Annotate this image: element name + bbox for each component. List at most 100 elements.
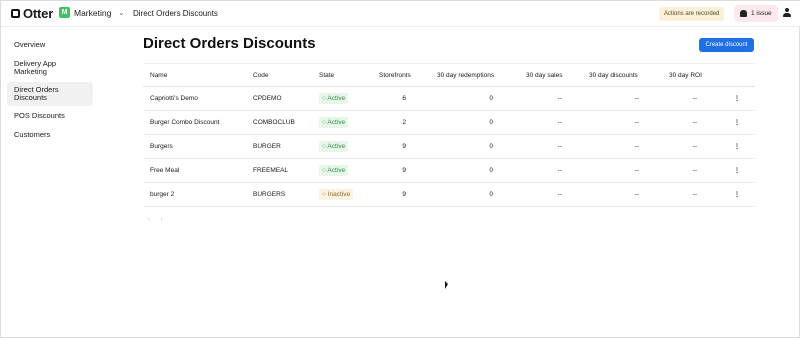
app-switcher[interactable]: M Marketing ⌄ <box>59 7 124 18</box>
status-label: Inactive <box>327 191 351 198</box>
kebab-menu-icon[interactable]: ⋮ <box>733 87 741 111</box>
sidebar: Overview Delivery App Marketing Direct O… <box>7 37 93 146</box>
prev-page-button[interactable]: ‹ <box>148 217 150 223</box>
status-badge: ○ Active <box>319 165 349 176</box>
roi-value: -- <box>692 95 697 102</box>
discount-name[interactable]: burger 2 <box>150 183 174 207</box>
redemptions-value: 0 <box>489 119 493 126</box>
roi-value: -- <box>692 167 697 174</box>
otter-logo-icon <box>11 9 20 18</box>
sidebar-item-customers[interactable]: Customers <box>7 127 93 144</box>
roi-value: -- <box>692 191 697 198</box>
kebab-menu-icon[interactable]: ⋮ <box>733 135 741 159</box>
redemptions-value: 0 <box>489 191 493 198</box>
storefronts-value: 6 <box>402 95 406 102</box>
storefronts-value: 9 <box>402 143 406 150</box>
redemptions-value: 0 <box>489 95 493 102</box>
table-header: Name Code State Storefronts 30 day redem… <box>143 63 755 87</box>
column-header-code[interactable]: Code <box>253 64 269 88</box>
table-row[interactable]: Burgers BURGER ○ Active 9 0 -- -- -- ⋮ <box>143 135 755 159</box>
bell-icon <box>740 10 747 17</box>
user-icon[interactable] <box>782 8 792 19</box>
column-header-storefronts[interactable]: Storefronts <box>379 64 411 88</box>
discounts-value: -- <box>634 119 639 126</box>
column-header-discounts[interactable]: 30 day discounts <box>589 64 638 88</box>
status-label: Active <box>327 119 346 126</box>
logo-text: Otter <box>23 6 54 21</box>
status-dot-icon: ○ <box>322 167 326 174</box>
discount-name[interactable]: Capriotti's Demo <box>150 87 198 111</box>
mouse-cursor <box>445 281 448 289</box>
redemptions-value: 0 <box>489 167 493 174</box>
status-label: Active <box>327 167 346 174</box>
sidebar-item-pos-discounts[interactable]: POS Discounts <box>7 108 93 125</box>
roi-value: -- <box>692 119 697 126</box>
discounts-value: -- <box>634 191 639 198</box>
kebab-menu-icon[interactable]: ⋮ <box>733 183 741 207</box>
sales-value: -- <box>557 143 562 150</box>
status-badge: ○ Active <box>319 141 349 152</box>
status-dot-icon: ○ <box>322 119 326 126</box>
sales-value: -- <box>557 119 562 126</box>
discounts-value: -- <box>634 167 639 174</box>
breadcrumb: Direct Orders Discounts <box>133 9 218 18</box>
issues-button[interactable]: 1 issue <box>734 5 778 22</box>
kebab-menu-icon[interactable]: ⋮ <box>733 111 741 135</box>
create-discount-button[interactable]: Create discount <box>699 38 754 52</box>
status-badge: ○ Active <box>319 117 349 128</box>
discount-name[interactable]: Burger Combo Discount <box>150 111 219 135</box>
discount-code: CPDEMO <box>253 95 282 102</box>
discount-name[interactable]: Burgers <box>150 135 173 159</box>
table-row[interactable]: burger 2 BURGERS ○ Inactive 9 0 -- -- -- ⋮ <box>143 183 755 207</box>
sidebar-item-direct-orders-discounts[interactable]: Direct Orders Discounts <box>7 82 93 106</box>
column-header-state[interactable]: State <box>319 64 334 88</box>
sidebar-item-delivery-app-marketing[interactable]: Delivery App Marketing <box>7 56 93 80</box>
status-label: Active <box>327 95 346 102</box>
discount-code: COMBOCLUB <box>253 119 295 126</box>
storefronts-value: 9 <box>402 191 406 198</box>
storefronts-value: 2 <box>402 119 406 126</box>
next-page-button[interactable]: › <box>161 217 163 223</box>
status-dot-icon: ○ <box>322 143 326 150</box>
discounts-value: -- <box>634 95 639 102</box>
issues-label: 1 issue <box>751 10 772 17</box>
table-body: Capriotti's Demo CPDEMO ○ Active 6 0 -- -- -- ⋮ B… <box>143 87 755 207</box>
discounts-value: -- <box>634 143 639 150</box>
redemptions-value: 0 <box>489 143 493 150</box>
status-label: Active <box>327 143 346 150</box>
sales-value: -- <box>557 167 562 174</box>
marketing-app-icon: M <box>59 7 70 18</box>
table-row[interactable]: Capriotti's Demo CPDEMO ○ Active 6 0 -- -- -- ⋮ <box>143 87 755 111</box>
sidebar-item-overview[interactable]: Overview <box>7 37 93 54</box>
status-cell: ○ Active <box>319 111 349 135</box>
discount-code: FREEMEAL <box>253 167 289 174</box>
page-title: Direct Orders Discounts <box>143 35 316 52</box>
table-row[interactable]: Free Meal FREEMEAL ○ Active 9 0 -- -- -- ⋮ <box>143 159 755 183</box>
discount-name[interactable]: Free Meal <box>150 159 179 183</box>
status-cell: ○ Inactive <box>319 183 354 207</box>
column-header-sales[interactable]: 30 day sales <box>526 64 563 88</box>
app-name: Marketing <box>74 7 112 18</box>
chevron-down-icon: ⌄ <box>118 9 125 17</box>
sales-value: -- <box>557 191 562 198</box>
sales-value: -- <box>557 95 562 102</box>
pagination: ‹ › <box>148 217 172 223</box>
storefronts-value: 9 <box>402 167 406 174</box>
status-cell: ○ Active <box>319 87 349 111</box>
discount-code: BURGERS <box>253 191 286 198</box>
recording-badge: Actions are recorded <box>659 7 725 21</box>
discounts-table: Name Code State Storefronts 30 day redem… <box>143 63 755 207</box>
roi-value: -- <box>692 143 697 150</box>
status-badge: ○ Inactive <box>319 189 354 200</box>
discount-code: BURGER <box>253 143 281 150</box>
column-header-roi[interactable]: 30 day ROI <box>669 64 702 88</box>
column-header-redemptions[interactable]: 30 day redemptions <box>437 64 494 88</box>
status-badge: ○ Active <box>319 93 349 104</box>
top-bar: Otter M Marketing ⌄ Direct Orders Discou… <box>1 1 800 27</box>
logo[interactable]: Otter <box>11 6 53 21</box>
kebab-menu-icon[interactable]: ⋮ <box>733 159 741 183</box>
table-row[interactable]: Burger Combo Discount COMBOCLUB ○ Active 2 0… <box>143 111 755 135</box>
status-dot-icon: ○ <box>322 95 326 102</box>
status-cell: ○ Active <box>319 159 349 183</box>
column-header-name[interactable]: Name <box>150 64 167 88</box>
